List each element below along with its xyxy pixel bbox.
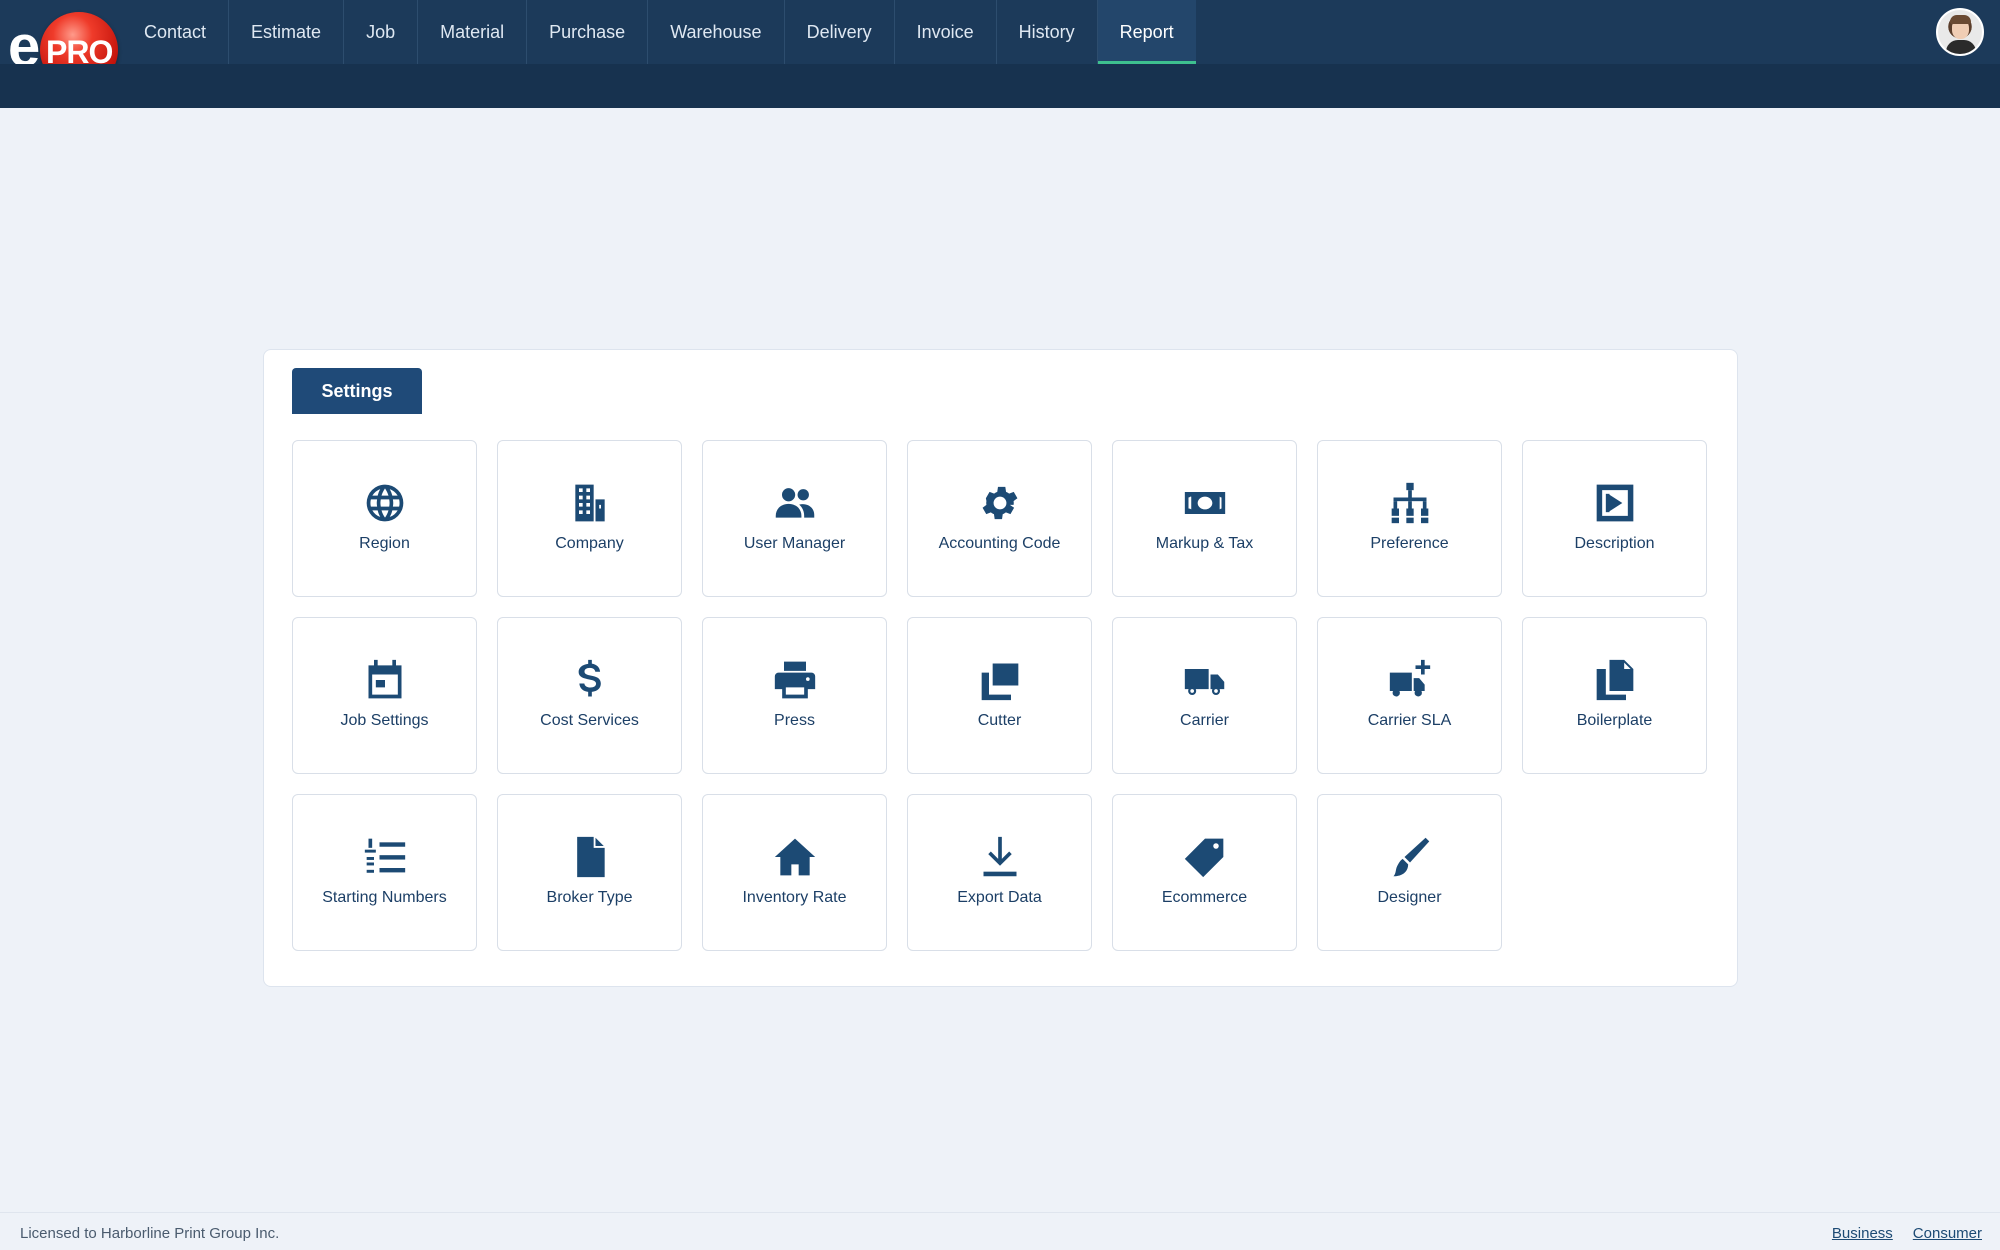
top-navbar: e PRO Contact Estimate Job Material Purc… <box>0 0 2000 88</box>
tile-label: Designer <box>1377 889 1442 906</box>
tile-label: Inventory Rate <box>742 889 847 906</box>
tile-user-manager[interactable]: User Manager <box>702 440 887 597</box>
nav-estimate[interactable]: Estimate <box>229 0 345 64</box>
tile-label: Markup & Tax <box>1155 535 1254 552</box>
calendar-icon <box>363 658 407 702</box>
tile-preference[interactable]: Preference <box>1317 440 1502 597</box>
tile-label: Company <box>555 535 624 552</box>
tile-carrier[interactable]: Carrier <box>1112 617 1297 774</box>
tile-label: Job Settings <box>340 712 429 729</box>
settings-grid: Region Company User Manager Accounting C… <box>292 440 1712 951</box>
tile-carrier-sla[interactable]: Carrier SLA <box>1317 617 1502 774</box>
tile-label: Cost Services <box>540 712 639 729</box>
tile-export-data[interactable]: Export Data <box>907 794 1092 951</box>
tile-label: Export Data <box>957 889 1042 906</box>
nav-job[interactable]: Job <box>344 0 419 64</box>
nav-material[interactable]: Material <box>418 0 528 64</box>
tile-label: Accounting Code <box>938 535 1061 552</box>
nav-report[interactable]: Report <box>1097 0 1196 64</box>
users-icon <box>773 481 817 525</box>
business-link[interactable]: Business <box>1832 1225 1893 1242</box>
truck-plus-icon <box>1388 658 1432 702</box>
tag-icon <box>1183 835 1227 879</box>
tile-boilerplate[interactable]: Boilerplate <box>1522 617 1707 774</box>
avatar-hair <box>1950 15 1971 24</box>
tile-label: User Manager <box>743 535 846 552</box>
nav-contact[interactable]: Contact <box>122 0 230 64</box>
sitemap-icon <box>1388 481 1432 525</box>
tile-cutter[interactable]: Cutter <box>907 617 1092 774</box>
tile-label: Description <box>1574 535 1655 552</box>
tile-designer[interactable]: Designer <box>1317 794 1502 951</box>
tile-broker-type[interactable]: Broker Type <box>497 794 682 951</box>
money-icon <box>1183 481 1227 525</box>
tile-starting-numbers[interactable]: Starting Numbers <box>292 794 477 951</box>
dollar-icon <box>568 658 612 702</box>
tile-label: Starting Numbers <box>322 889 447 906</box>
tile-ecommerce[interactable]: Ecommerce <box>1112 794 1297 951</box>
tile-label: Press <box>774 712 815 729</box>
user-avatar[interactable] <box>1936 8 1984 56</box>
truck-icon <box>1183 658 1227 702</box>
tile-label: Carrier SLA <box>1367 712 1452 729</box>
tile-region[interactable]: Region <box>292 440 477 597</box>
building-icon <box>568 481 612 525</box>
download-icon <box>978 835 1022 879</box>
paintbrush-icon <box>1388 835 1432 879</box>
caret-square-icon <box>1593 481 1637 525</box>
footer-links: Business Consumer <box>1832 1225 1982 1242</box>
tile-label: Boilerplate <box>1576 712 1653 729</box>
file-icon <box>568 835 612 879</box>
main-nav: Contact Estimate Job Material Purchase W… <box>122 0 1196 64</box>
tile-label: Broker Type <box>546 889 633 906</box>
nav-history[interactable]: History <box>997 0 1098 64</box>
crop-icon <box>978 658 1022 702</box>
tile-inventory-rate[interactable]: Inventory Rate <box>702 794 887 951</box>
gear-icon <box>978 481 1022 525</box>
settings-panel: Settings Region Company User Manager Acc… <box>263 349 1738 987</box>
tile-description[interactable]: Description <box>1522 440 1707 597</box>
list-numbered-icon <box>363 835 407 879</box>
tile-label: Region <box>359 535 410 552</box>
tile-label: Ecommerce <box>1161 889 1248 906</box>
nav-invoice[interactable]: Invoice <box>895 0 997 64</box>
avatar-body <box>1946 40 1976 54</box>
copy-icon <box>1593 658 1637 702</box>
home-icon <box>773 835 817 879</box>
tile-accounting-code[interactable]: Accounting Code <box>907 440 1092 597</box>
settings-tab[interactable]: Settings <box>292 368 422 414</box>
tile-press[interactable]: Press <box>702 617 887 774</box>
nav-warehouse[interactable]: Warehouse <box>648 0 785 64</box>
license-text: Licensed to Harborline Print Group Inc. <box>20 1225 280 1242</box>
tile-label: Preference <box>1370 535 1449 552</box>
sub-navbar <box>0 64 2000 108</box>
tile-label: Cutter <box>977 712 1022 729</box>
consumer-link[interactable]: Consumer <box>1913 1225 1982 1242</box>
tile-markup-tax[interactable]: Markup & Tax <box>1112 440 1297 597</box>
tile-job-settings[interactable]: Job Settings <box>292 617 477 774</box>
tile-cost-services[interactable]: Cost Services <box>497 617 682 774</box>
nav-purchase[interactable]: Purchase <box>527 0 649 64</box>
nav-delivery[interactable]: Delivery <box>785 0 895 64</box>
tile-company[interactable]: Company <box>497 440 682 597</box>
footer: Licensed to Harborline Print Group Inc. … <box>0 1212 2000 1250</box>
tile-label: Carrier <box>1180 712 1229 729</box>
globe-icon <box>363 481 407 525</box>
printer-icon <box>773 658 817 702</box>
